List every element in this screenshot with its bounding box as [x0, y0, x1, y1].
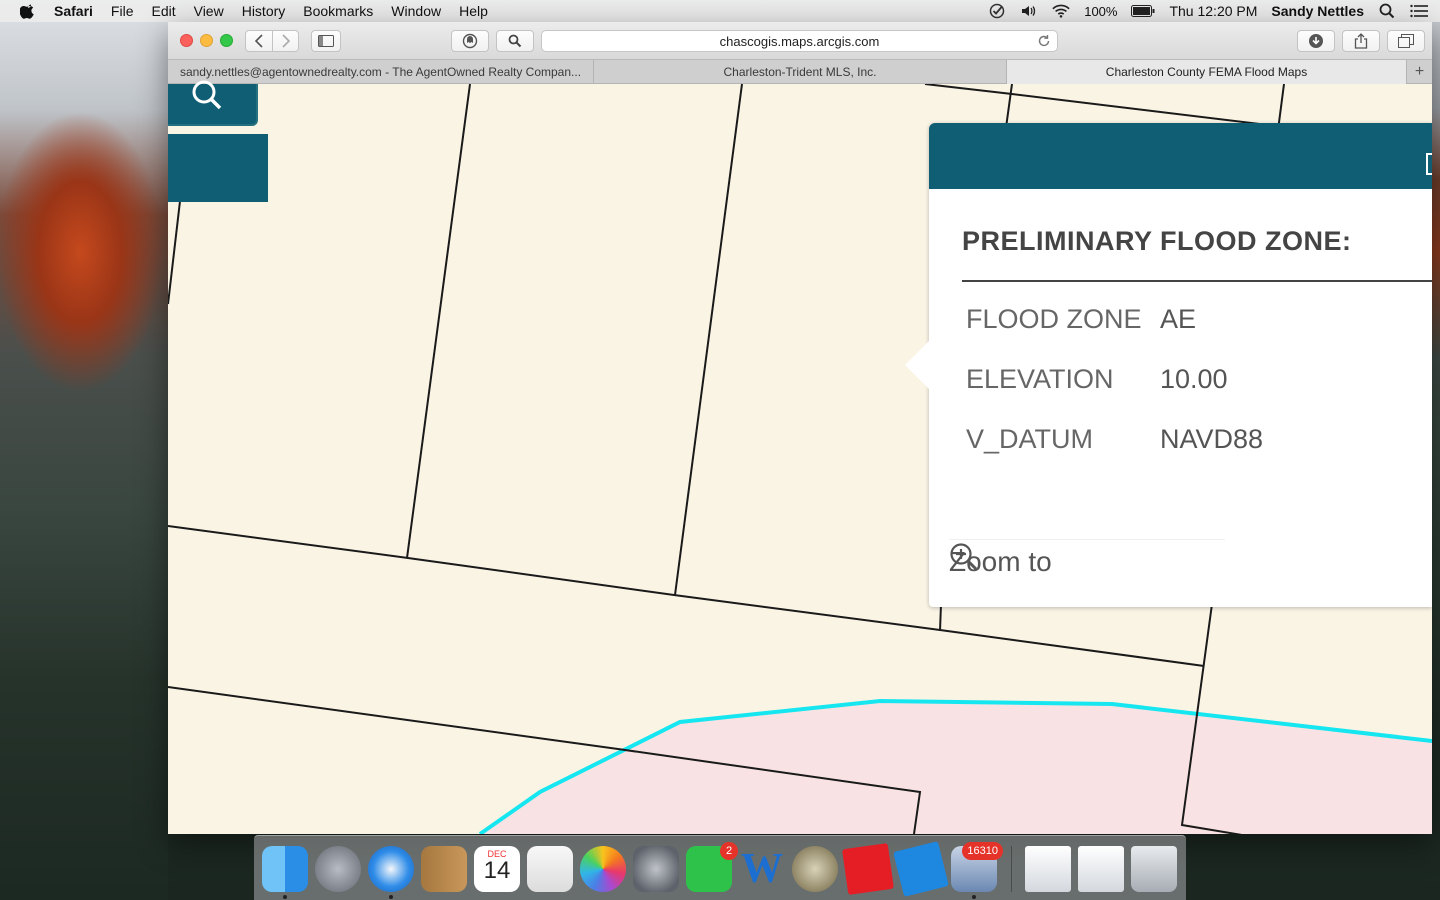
- desktop-wallpaper: [0, 22, 168, 900]
- running-indicator: [389, 895, 393, 899]
- safari-window: chascogis.maps.arcgis.com sandy.nettles@…: [168, 22, 1432, 834]
- attr-label-v-datum: V_DATUM: [966, 424, 1094, 454]
- facetime-icon[interactable]: 2: [686, 842, 738, 892]
- minimize-window-button[interactable]: [200, 34, 213, 47]
- calendar-icon[interactable]: DEC 14: [474, 846, 520, 892]
- popup-divider: [962, 280, 1432, 282]
- checkmark-status-icon[interactable]: [988, 3, 1006, 19]
- battery-percent: 100%: [1084, 3, 1118, 19]
- zoom-to-link[interactable]: Zoom to: [949, 542, 1052, 582]
- attr-value-flood-zone: AE: [1160, 304, 1197, 334]
- dock-separator: [1011, 846, 1012, 892]
- download-icon: [1309, 34, 1323, 48]
- menu-bookmarks[interactable]: Bookmarks: [303, 3, 373, 19]
- popup-header: [929, 123, 1432, 189]
- facetime-badge: 2: [720, 842, 738, 860]
- browser-toolbar: chascogis.maps.arcgis.com: [168, 22, 1432, 60]
- menu-file[interactable]: File: [111, 3, 134, 19]
- running-indicator: [972, 895, 976, 899]
- menu-history[interactable]: History: [242, 3, 286, 19]
- fullscreen-window-button[interactable]: [220, 34, 233, 47]
- minimized-window-icon[interactable]: [1025, 846, 1071, 892]
- tab-agentowned-email[interactable]: sandy.nettles@agentownedrealty.com - The…: [168, 60, 594, 84]
- parcel-line: [674, 84, 743, 596]
- tabs-overview-button[interactable]: [1387, 30, 1425, 52]
- menu-view[interactable]: View: [194, 3, 224, 19]
- spotlight-search-icon[interactable]: [1378, 3, 1396, 19]
- preview-icon[interactable]: [527, 846, 573, 892]
- battery-icon[interactable]: [1131, 3, 1155, 19]
- tab-charleston-mls[interactable]: Charleston-Trident MLS, Inc.: [594, 60, 1007, 84]
- calendar-day: 14: [483, 857, 511, 884]
- parcel-line: [924, 84, 1277, 127]
- popup-maximize-icon[interactable]: [1426, 153, 1432, 175]
- new-tab-button[interactable]: +: [1407, 60, 1432, 84]
- magnifier-icon: [508, 34, 522, 48]
- extension-button[interactable]: [451, 30, 489, 52]
- attr-label-elevation: ELEVATION: [966, 364, 1114, 394]
- chevron-right-icon: [281, 34, 290, 48]
- popup-title: PRELIMINARY FLOOD ZONE:: [962, 226, 1352, 256]
- dock: DEC 14 2 W 16310: [254, 835, 1186, 900]
- menu-edit[interactable]: Edit: [151, 3, 175, 19]
- wifi-icon[interactable]: [1052, 3, 1070, 19]
- attr-value-v-datum: NAVD88: [1160, 424, 1264, 454]
- sidebar-toggle-button[interactable]: [311, 30, 341, 52]
- sidebar-icon: [318, 35, 334, 47]
- menu-help[interactable]: Help: [459, 3, 488, 19]
- ghostery-icon: [462, 33, 478, 49]
- blocker-app-icon[interactable]: [792, 846, 838, 892]
- map-search-button[interactable]: [168, 80, 258, 126]
- map-view[interactable]: PRELIMINARY FLOOD ZONE: FLOOD ZONE AE EL…: [168, 80, 1432, 834]
- minimized-window-icon[interactable]: [1078, 846, 1124, 892]
- chevron-left-icon: [254, 34, 263, 48]
- attr-label-flood-zone: FLOOD ZONE: [966, 304, 1142, 334]
- search-extension-button[interactable]: [496, 30, 534, 52]
- tabs-icon: [1398, 34, 1414, 48]
- close-window-button[interactable]: [180, 34, 193, 47]
- tab-fema-flood-maps[interactable]: Charleston County FEMA Flood Maps: [1007, 60, 1407, 84]
- mail-icon[interactable]: 16310: [951, 842, 1003, 892]
- tab-bar: sandy.nettles@agentownedrealty.com - The…: [168, 60, 1432, 84]
- menubar-clock[interactable]: Thu 12:20 PM: [1169, 3, 1257, 19]
- address-bar[interactable]: chascogis.maps.arcgis.com: [541, 30, 1058, 52]
- parcel-line: [939, 603, 942, 632]
- zoom-in-icon: [950, 543, 978, 571]
- finder-icon[interactable]: [262, 846, 308, 892]
- photos-icon[interactable]: [580, 846, 626, 892]
- mail-badge: 16310: [962, 842, 1003, 860]
- map-side-panel[interactable]: [168, 134, 268, 202]
- popup-footer-divider: [949, 539, 1225, 540]
- share-button[interactable]: [1342, 30, 1380, 52]
- system-preferences-icon[interactable]: [633, 846, 679, 892]
- parcel-line: [168, 183, 183, 305]
- launchpad-icon[interactable]: [315, 846, 361, 892]
- back-button[interactable]: [245, 30, 273, 52]
- menu-bar: Safari File Edit View History Bookmarks …: [0, 0, 1440, 22]
- popup-pointer: [905, 341, 929, 389]
- running-indicator: [283, 895, 287, 899]
- reload-icon[interactable]: [1037, 34, 1051, 48]
- roblox-icon[interactable]: [842, 843, 894, 895]
- share-icon: [1354, 33, 1368, 49]
- apple-icon[interactable]: [20, 3, 36, 19]
- attr-value-elevation: 10.00: [1160, 364, 1228, 394]
- volume-icon[interactable]: [1020, 3, 1038, 19]
- address-text: chascogis.maps.arcgis.com: [719, 33, 880, 49]
- roblox-studio-icon[interactable]: [893, 841, 949, 897]
- menu-app-name[interactable]: Safari: [54, 3, 93, 19]
- forward-button[interactable]: [272, 30, 299, 52]
- parcel-line: [406, 84, 471, 559]
- flood-zone-area: [480, 701, 1432, 834]
- safari-icon[interactable]: [368, 846, 414, 892]
- menu-window[interactable]: Window: [391, 3, 441, 19]
- feature-popup: PRELIMINARY FLOOD ZONE: FLOOD ZONE AE EL…: [905, 123, 1432, 607]
- downloads-button[interactable]: [1297, 30, 1335, 52]
- trash-icon[interactable]: [1131, 846, 1177, 892]
- menubar-user[interactable]: Sandy Nettles: [1271, 3, 1364, 19]
- contacts-icon[interactable]: [421, 846, 467, 892]
- word-icon[interactable]: W: [739, 846, 785, 892]
- notification-center-icon[interactable]: [1410, 3, 1428, 19]
- search-icon: [192, 80, 222, 110]
